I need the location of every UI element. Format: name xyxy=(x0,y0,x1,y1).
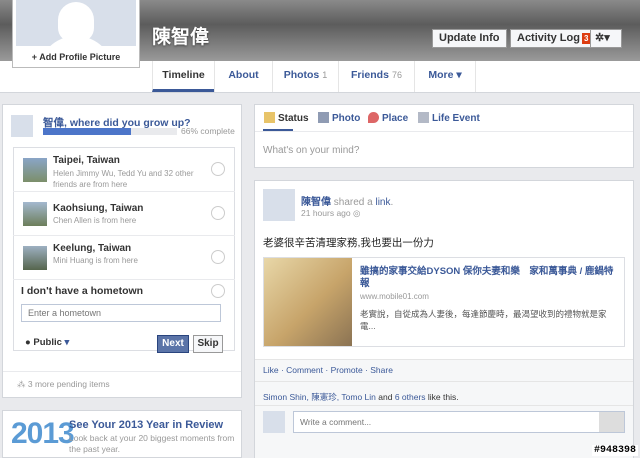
activity-log-button[interactable]: Activity Log 3 xyxy=(510,29,598,48)
settings-button[interactable]: ✲▾ xyxy=(590,29,622,48)
camera-icon[interactable] xyxy=(599,412,624,432)
radio-button[interactable] xyxy=(211,206,225,220)
hometown-input[interactable] xyxy=(21,304,221,322)
chevron-down-icon: ▾ xyxy=(64,337,70,348)
place-thumbnail xyxy=(23,202,47,226)
progress-label: 66% complete xyxy=(181,126,235,136)
composer-input[interactable]: What's on your mind? xyxy=(263,145,359,156)
progress-fill xyxy=(43,128,132,135)
radio-button[interactable] xyxy=(211,284,225,298)
link-description: 老實說，自從成為人妻後，每逢節慶時，最渴望收到的禮物就是家電... xyxy=(360,309,607,331)
tab-status[interactable]: Status xyxy=(264,112,309,126)
story-post: 陳智偉 shared a link. 21 hours ago ◎ 老婆很辛苦清… xyxy=(254,180,634,458)
link-preview[interactable]: 雖搞的家事交給DYSON 保你夫妻和樂 家和萬事典 / 鹿鍋特報 www.mob… xyxy=(263,257,625,347)
place-thumbnail xyxy=(23,246,47,270)
share-link[interactable]: Share xyxy=(370,365,393,375)
pending-items-link[interactable]: ⁂ 3 more pending items xyxy=(17,379,110,390)
map-pin-icon xyxy=(368,112,379,123)
profile-name[interactable]: 陳智偉 xyxy=(152,22,209,49)
hometown-option-kaohsiung[interactable]: Kaohsiung, Taiwan Chen Allen is from her… xyxy=(13,192,235,236)
tab-about[interactable]: About xyxy=(214,61,272,92)
tab-more[interactable]: More ▾ xyxy=(414,61,476,92)
hometown-card: 智偉, where did you grow up? 66% complete … xyxy=(2,104,242,398)
profile-silhouette-icon xyxy=(16,0,136,46)
review-subtitle: Look back at your 20 biggest moments fro… xyxy=(69,433,235,454)
like-link[interactable]: Like xyxy=(263,365,279,375)
review-title[interactable]: See Your 2013 Year in Review xyxy=(69,419,223,431)
add-profile-picture-button[interactable]: + Add Profile Picture xyxy=(16,48,136,66)
post-text: 老婆很辛苦清理家務,我也要出一份力 xyxy=(263,237,434,249)
tab-friends[interactable]: Friends 76 xyxy=(338,61,414,92)
post-header: 陳智偉 shared a link. xyxy=(301,197,394,208)
link-domain: www.mobile01.com xyxy=(360,292,429,301)
audience-icon: ◎ xyxy=(353,208,361,218)
house-icon xyxy=(11,115,33,137)
more-dots-icon: ⁂ xyxy=(17,379,26,389)
next-button[interactable]: Next xyxy=(157,335,189,353)
tab-timeline[interactable]: Timeline xyxy=(152,61,214,92)
comment-input[interactable] xyxy=(293,411,625,433)
flag-icon xyxy=(418,112,429,123)
post-actions: Like · Comment · Promote · Share xyxy=(263,365,393,375)
post-timestamp[interactable]: 21 hours ago ◎ xyxy=(301,208,360,219)
globe-icon: ● xyxy=(25,337,31,348)
commenter-avatar xyxy=(263,411,285,433)
avatar[interactable] xyxy=(263,189,295,221)
year-in-review-card[interactable]: 2013 See Your 2013 Year in Review Look b… xyxy=(2,410,242,458)
pencil-icon xyxy=(264,112,275,123)
radio-button[interactable] xyxy=(211,250,225,264)
place-thumbnail xyxy=(23,158,47,182)
year-in-review-logo: 2013 xyxy=(11,417,75,450)
watermark: #948398 xyxy=(591,445,638,456)
update-info-button[interactable]: Update Info xyxy=(432,29,507,48)
radio-button[interactable] xyxy=(211,162,225,176)
gear-icon: ✲ xyxy=(595,32,605,44)
profile-picture[interactable]: + Add Profile Picture xyxy=(12,0,140,68)
progress-bar xyxy=(43,128,177,135)
link-title[interactable]: 雖搞的家事交給DYSON 保你夫妻和樂 家和萬事典 / 鹿鍋特報 xyxy=(360,266,620,290)
privacy-selector[interactable]: ● Public ▾ xyxy=(25,337,69,348)
skip-button[interactable]: Skip xyxy=(193,335,223,353)
photo-icon xyxy=(318,112,329,123)
link-thumbnail xyxy=(264,258,352,346)
likes-summary: Simon Shin, 陳憲珍, Tomo Lin and 6 others l… xyxy=(263,392,459,402)
hometown-option-taipei[interactable]: Taipei, Taiwan Helen Jimmy Wu, Tedd Yu a… xyxy=(13,148,235,192)
promote-link[interactable]: Promote xyxy=(331,365,363,375)
tab-life-event[interactable]: Life Event xyxy=(418,112,480,126)
hometown-option-keelung[interactable]: Keelung, Taiwan Mini Huang is from here xyxy=(13,236,235,280)
tab-photos[interactable]: Photos 1 xyxy=(272,61,338,92)
comment-link[interactable]: Comment xyxy=(286,365,323,375)
tab-place[interactable]: Place xyxy=(368,112,408,126)
tab-photo[interactable]: Photo xyxy=(318,112,360,126)
